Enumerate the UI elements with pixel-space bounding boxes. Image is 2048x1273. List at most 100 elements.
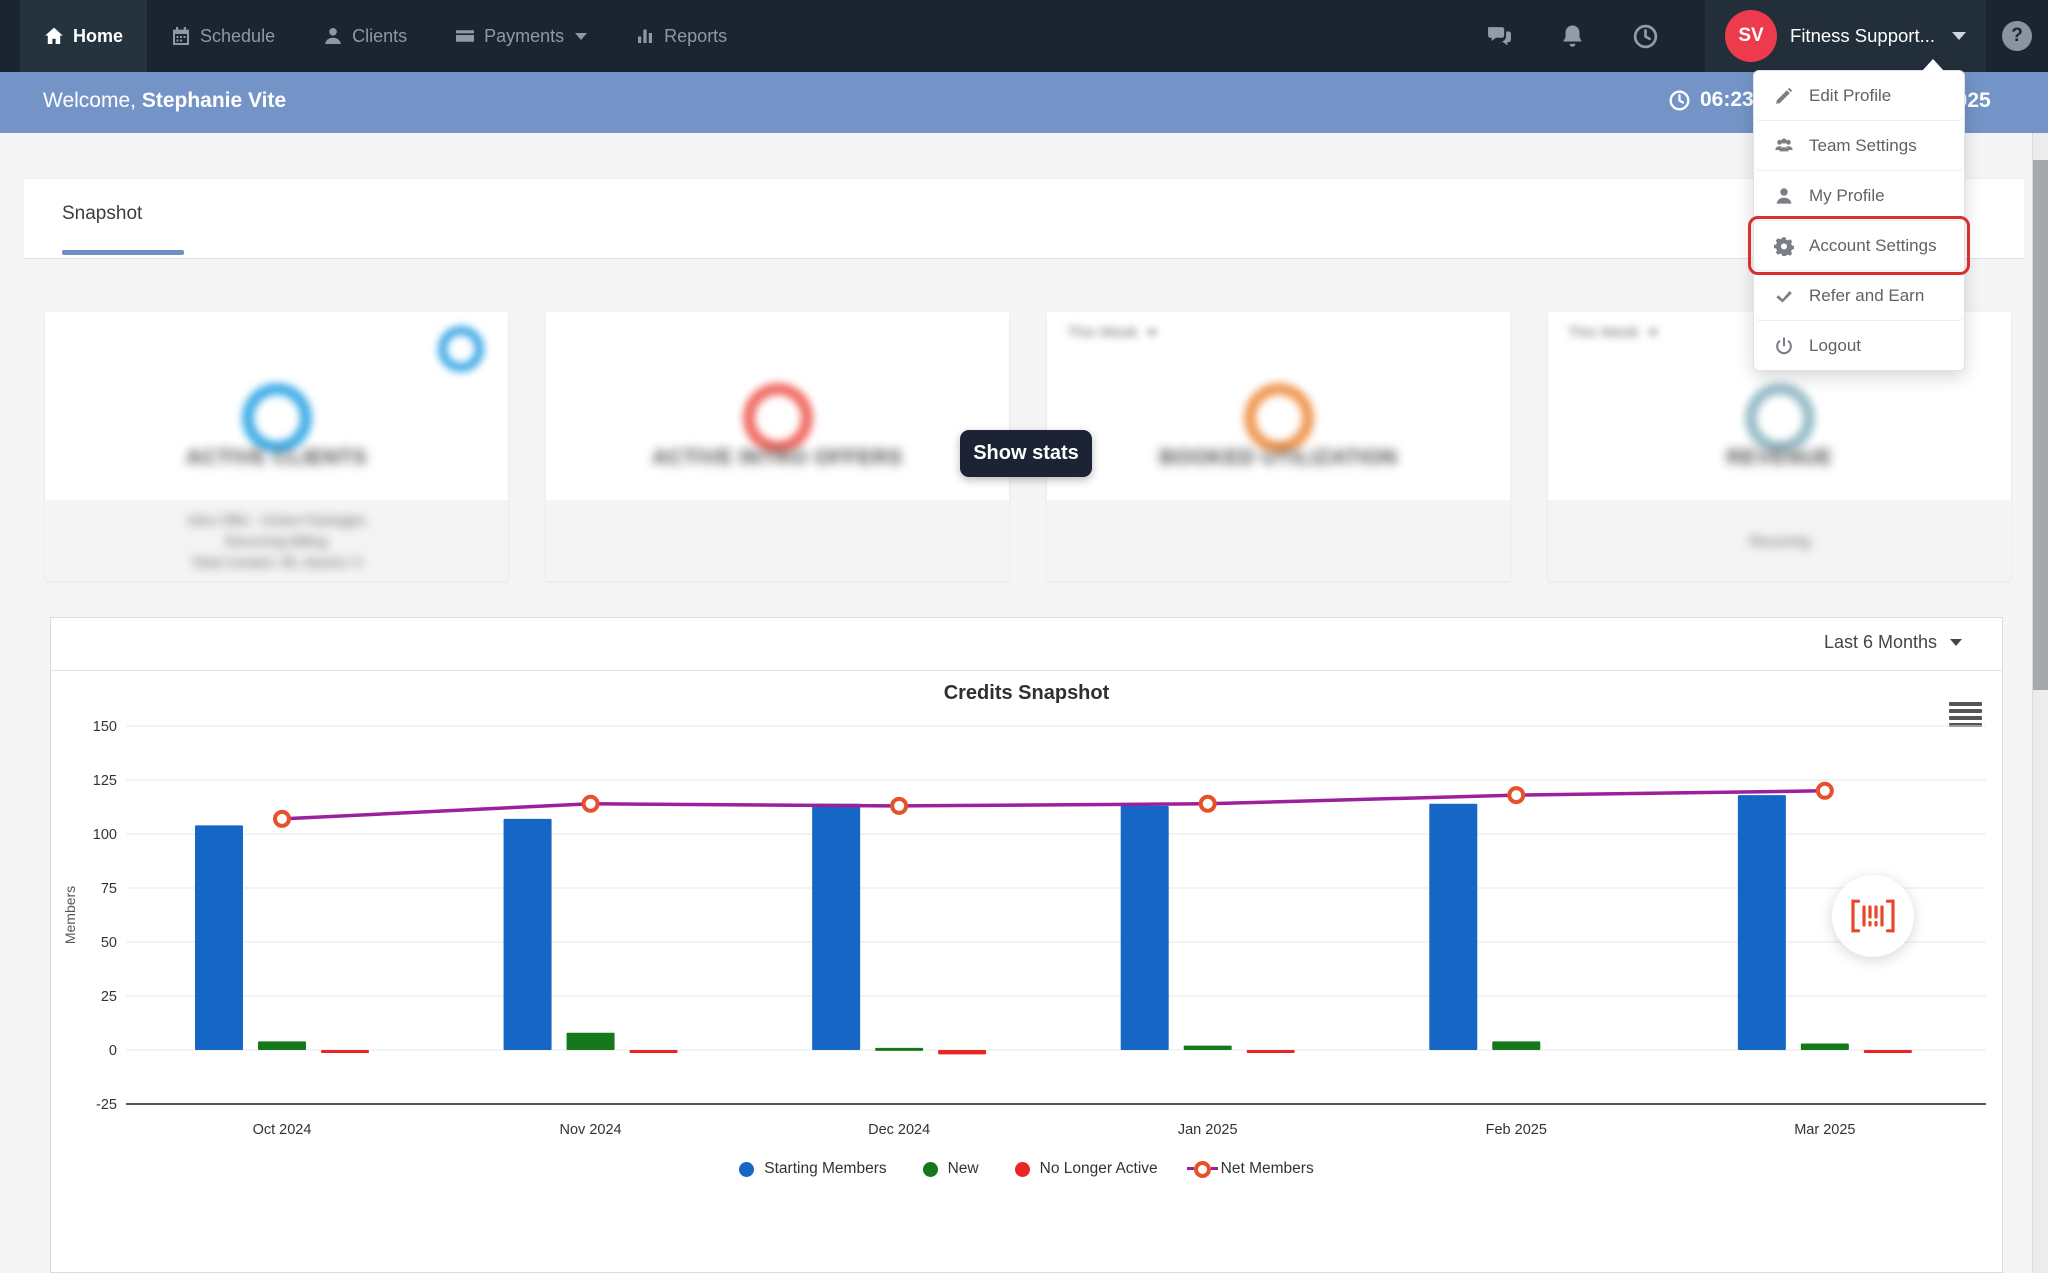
legend-starting-members[interactable]: Starting Members <box>739 1160 886 1178</box>
page-scrollbar-track[interactable] <box>2032 133 2048 1273</box>
menu-item-label: Team Settings <box>1809 136 1917 156</box>
nav-item-home[interactable]: Home <box>20 0 147 72</box>
team-icon <box>1774 136 1794 156</box>
tab-snapshot[interactable]: Snapshot <box>62 203 142 225</box>
donut-spinner <box>1745 383 1815 453</box>
card-title: ACTIVE INTRO OFFERS <box>546 446 1009 470</box>
nav-item-payments[interactable]: Payments <box>431 0 611 72</box>
date-range-selector[interactable]: Last 6 Months <box>1824 632 1962 653</box>
top-navbar: Home Schedule Clients PaymentsReports SV Fi… <box>0 0 2048 72</box>
legend-marker-dot <box>739 1162 754 1177</box>
checkin-scan-button[interactable] <box>1832 875 1914 957</box>
stat-card-active-intro-offers: ACTIVE INTRO OFFERS <box>546 312 1009 581</box>
calendar-icon <box>171 26 191 46</box>
menu-item-edit-profile[interactable]: Edit Profile <box>1754 71 1964 121</box>
card-title: ACTIVE CLIENTS <box>45 446 508 470</box>
svg-text:100: 100 <box>93 827 117 843</box>
svg-text:-25: -25 <box>96 1097 117 1113</box>
card-footer <box>546 500 1009 581</box>
user-dropdown-menu: Edit Profile Team Settings My Profile Accou… <box>1753 70 1965 371</box>
chevron-down-icon <box>1648 330 1658 336</box>
navbar-right: SV Fitness Support... ? <box>1486 0 2048 72</box>
gear-icon <box>1774 236 1794 256</box>
legend-label: Net Members <box>1221 1160 1314 1178</box>
period-label: This Week <box>1568 324 1639 341</box>
donut-spinner <box>242 383 312 453</box>
active-tab-underline <box>62 250 184 255</box>
svg-text:Dec 2024: Dec 2024 <box>868 1122 930 1138</box>
clock-icon[interactable] <box>1632 23 1659 50</box>
card-footer <box>1047 500 1510 581</box>
stat-card-active-clients: ACTIVE CLIENTS Intro Offer - Active Packa… <box>45 312 508 581</box>
credits-snapshot-chart: 1501251007550250-25MembersOct 2024Nov 20… <box>51 670 2002 1140</box>
nav-item-label: Home <box>73 26 123 47</box>
tab-bar-card: Snapshot <box>24 178 2024 259</box>
footer-line: Recurring Billing <box>226 533 328 549</box>
chevron-down-icon <box>1950 639 1962 646</box>
menu-item-refer-and-earn[interactable]: Refer and Earn <box>1754 271 1964 321</box>
credits-snapshot-panel: Last 6 Months Credits Snapshot 150125100… <box>50 617 2003 1273</box>
legend-marker-ring <box>1194 1161 1211 1178</box>
bell-icon[interactable] <box>1559 23 1586 50</box>
welcome-greeting: Welcome, <box>43 89 136 112</box>
period-selector[interactable]: This Week <box>1568 324 1658 341</box>
power-icon <box>1774 336 1794 356</box>
help-button[interactable]: ? <box>2002 21 2032 51</box>
svg-text:25: 25 <box>101 989 117 1005</box>
chevron-down-icon <box>1147 330 1157 336</box>
menu-item-label: Logout <box>1809 336 1861 356</box>
svg-text:Members: Members <box>62 886 78 944</box>
card-body: ACTIVE INTRO OFFERS <box>546 312 1009 500</box>
period-label: This Week <box>1067 324 1138 341</box>
pencil-icon <box>1774 86 1794 106</box>
donut-spinner <box>1244 383 1314 453</box>
footer-line: Recurring <box>1749 533 1810 549</box>
menu-item-label: Account Settings <box>1809 236 1937 256</box>
svg-text:150: 150 <box>93 719 117 735</box>
nav-items: Home Schedule Clients PaymentsReports <box>20 0 751 72</box>
menu-item-label: My Profile <box>1809 186 1885 206</box>
app-root: Home Schedule Clients PaymentsReports SV Fi… <box>0 0 2048 1273</box>
legend-new[interactable]: New <box>923 1160 979 1178</box>
date-range-label: Last 6 Months <box>1824 632 1937 653</box>
card-body: This Week BOOKED UTILIZATION <box>1047 312 1510 500</box>
menu-item-my-profile[interactable]: My Profile <box>1754 171 1964 221</box>
barcode-icon <box>1850 899 1896 933</box>
card-footer: Intro Offer - Active PackagesRecurring B… <box>45 500 508 581</box>
bar-chart-icon <box>635 26 655 46</box>
donut-spinner <box>743 383 813 453</box>
nav-item-reports[interactable]: Reports <box>611 0 751 72</box>
stat-card-booked-utilization: This Week BOOKED UTILIZATION <box>1047 312 1510 581</box>
chevron-down-icon <box>575 33 587 40</box>
welcome-text: Welcome, Stephanie Vite <box>43 89 286 113</box>
page-scrollbar-thumb[interactable] <box>2033 160 2048 690</box>
card-footer: Recurring <box>1548 500 2011 581</box>
welcome-name: Stephanie Vite <box>142 89 286 112</box>
avatar[interactable]: SV <box>1725 10 1777 62</box>
chat-icon[interactable] <box>1486 23 1513 50</box>
menu-item-team-settings[interactable]: Team Settings <box>1754 121 1964 171</box>
nav-item-label: Clients <box>352 26 407 47</box>
menu-item-label: Edit Profile <box>1809 86 1891 106</box>
svg-text:Jan 2025: Jan 2025 <box>1178 1122 1238 1138</box>
legend-label: Starting Members <box>764 1160 886 1178</box>
nav-item-clients[interactable]: Clients <box>299 0 431 72</box>
card-title: BOOKED UTILIZATION <box>1047 446 1510 470</box>
period-selector[interactable]: This Week <box>1067 324 1157 341</box>
show-stats-button[interactable]: Show stats <box>960 430 1092 477</box>
dropdown-arrow <box>1922 59 1944 71</box>
svg-text:125: 125 <box>93 773 117 789</box>
user-name: Fitness Support... <box>1790 25 1935 47</box>
legend-no-longer-active[interactable]: No Longer Active <box>1015 1160 1158 1178</box>
nav-item-label: Schedule <box>200 26 275 47</box>
svg-text:50: 50 <box>101 935 117 951</box>
card-settings-icon[interactable] <box>438 326 484 372</box>
home-icon <box>44 26 64 46</box>
svg-text:Mar 2025: Mar 2025 <box>1794 1122 1855 1138</box>
menu-item-account-settings[interactable]: Account Settings <box>1754 221 1964 271</box>
nav-item-schedule[interactable]: Schedule <box>147 0 299 72</box>
chart-legend: Starting Members New No Longer Active Net M… <box>51 1160 2002 1178</box>
chart-panel-header: Last 6 Months <box>51 618 2002 671</box>
legend-net-members[interactable]: Net Members <box>1194 1160 1314 1178</box>
menu-item-logout[interactable]: Logout <box>1754 321 1964 370</box>
